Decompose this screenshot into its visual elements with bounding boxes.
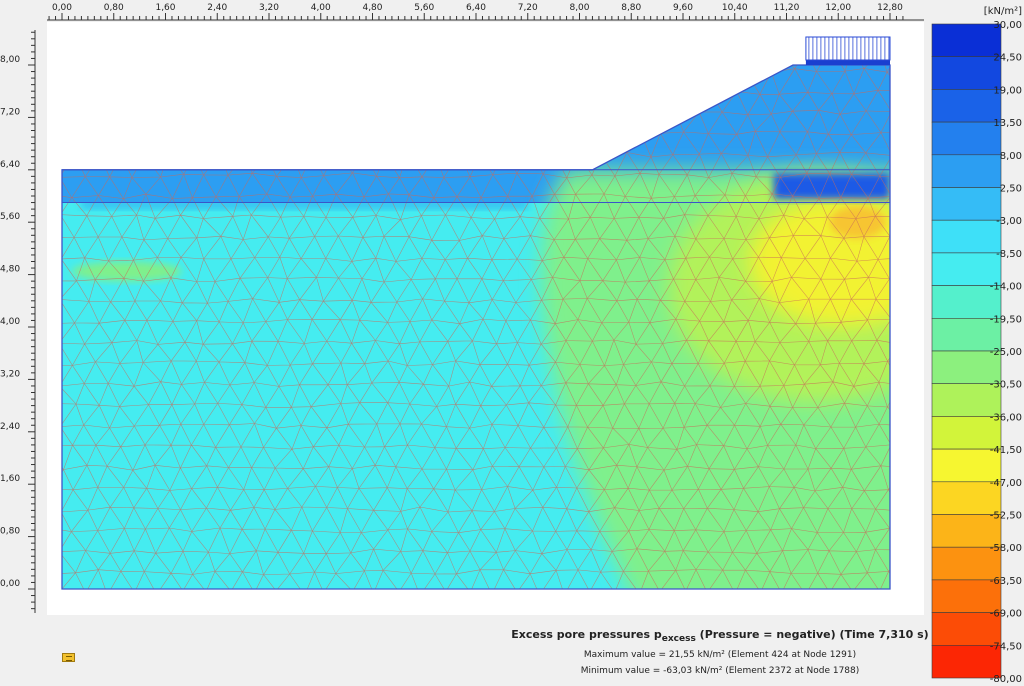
- legend-color-band: [931, 219, 1002, 254]
- legend-label: 8,00: [1000, 151, 1022, 162]
- legend-label: -8,50: [996, 249, 1022, 260]
- legend-label: -3,00: [996, 216, 1022, 227]
- legend-label: -58,00: [990, 543, 1022, 554]
- legend-label: -74,50: [990, 641, 1022, 652]
- legend-label: -14,00: [990, 282, 1022, 293]
- legend-color-band: [931, 89, 1002, 123]
- legend-color-band: [931, 187, 1002, 221]
- legend-label: 30,00: [993, 20, 1022, 31]
- y-tick-label: 0,80: [0, 527, 20, 537]
- x-tick-label: 0,00: [52, 3, 72, 13]
- x-tick-label: 4,00: [311, 3, 331, 13]
- plot-svg: 0,00 0,80 1,60 2,40 3,20 4,00 4,80 5,60 6,40 7,20…: [0, 3, 1022, 685]
- x-axis: 0,00 0,80 1,60 2,40 3,20 4,00 4,80 5,60 6,40 7,20…: [47, 3, 924, 21]
- legend-label: -47,00: [990, 478, 1022, 489]
- legend-label: 13,50: [993, 118, 1022, 129]
- legend-unit: [kN/m²]: [984, 6, 1022, 17]
- legend-label: -36,00: [990, 412, 1022, 423]
- load-bar: [805, 60, 890, 65]
- max-value-text: Maximum value = 21,55 kN/m² (Element 424…: [583, 650, 857, 661]
- x-tick-label: 11,20: [774, 3, 800, 13]
- x-tick-label: 2,40: [207, 3, 227, 13]
- color-legend: 30,00 24,50 19,00 13,50 8,00 2,50 -3,00 -8,50 -1…: [931, 6, 1022, 685]
- y-tick-label: 7,20: [0, 107, 20, 117]
- chart-title: Excess pore pressures pexcess (Pressure …: [511, 628, 929, 645]
- legend-label: 19,00: [993, 85, 1022, 96]
- x-tick-label: 3,20: [259, 3, 279, 13]
- y-tick-label: 2,40: [0, 422, 20, 432]
- legend-label: -63,50: [990, 576, 1022, 587]
- field-dark-blue-zone: [773, 173, 890, 200]
- x-tick-label: 4,80: [362, 3, 382, 13]
- y-tick-label: 0,00: [0, 579, 20, 589]
- legend-label: -52,50: [990, 511, 1022, 522]
- legend-label: -30,50: [990, 380, 1022, 391]
- legend-color-band: [931, 154, 1002, 188]
- legend-color-band: [931, 23, 1002, 58]
- legend-label: -19,50: [990, 314, 1022, 325]
- legend-label: -69,00: [990, 609, 1022, 620]
- x-tick-label: 12,00: [825, 3, 851, 13]
- x-tick-label: 9,60: [673, 3, 693, 13]
- x-tick-label: 10,40: [722, 3, 748, 13]
- min-value-text: Minimum value = -63,03 kN/m² (Element 23…: [580, 666, 860, 677]
- legend-label: -25,00: [990, 347, 1022, 358]
- x-tick-label: 1,60: [155, 3, 175, 13]
- x-tick-label: 6,40: [466, 3, 486, 13]
- y-tick-label: 6,40: [0, 160, 20, 170]
- legend-label: 24,50: [993, 53, 1022, 64]
- y-axis: 0,00 0,80 1,60 2,40 3,20 4,00 4,80 5,60 6,40 7,20…: [0, 30, 36, 613]
- x-tick-label: 12,80: [877, 3, 903, 13]
- chart-caption: Excess pore pressures pexcess (Pressure …: [500, 628, 940, 676]
- legend-label: -80,00: [990, 674, 1022, 685]
- x-tick-label: 8,80: [621, 3, 641, 13]
- legend-label: -41,50: [990, 445, 1022, 456]
- y-tick-label: 8,00: [0, 55, 20, 65]
- x-tick-label: 7,20: [518, 3, 538, 13]
- y-tick-label: 5,60: [0, 212, 20, 222]
- legend-toggle-icon[interactable]: [62, 653, 75, 662]
- y-tick-label: 4,00: [0, 317, 20, 327]
- x-tick-label: 8,00: [569, 3, 589, 13]
- x-tick-label: 5,60: [414, 3, 434, 13]
- y-tick-label: 3,20: [0, 369, 20, 379]
- y-tick-label: 1,60: [0, 474, 20, 484]
- y-tick-label: 4,80: [0, 265, 20, 275]
- legend-label: 2,50: [1000, 184, 1022, 195]
- legend-color-band: [931, 121, 1002, 156]
- x-tick-label: 0,80: [104, 3, 124, 13]
- legend-color-band: [931, 56, 1002, 90]
